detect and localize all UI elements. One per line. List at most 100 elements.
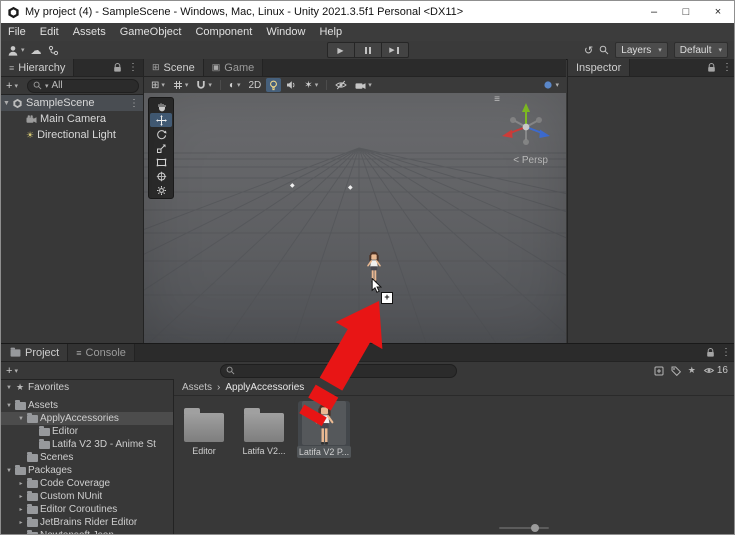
tab-console[interactable]: ≡ Console xyxy=(68,344,135,361)
expander-icon[interactable]: ▼ xyxy=(4,385,14,391)
version-control-button[interactable] xyxy=(48,45,59,56)
custom-tool-button[interactable] xyxy=(150,183,172,197)
shading-mode-button[interactable]: ◐ ▾ xyxy=(226,78,244,92)
tree-item-newtonsoft-json[interactable]: ▸ Newtonsoft Json xyxy=(1,529,173,534)
undo-history-button[interactable]: ↺ xyxy=(584,44,593,57)
panel-menu-icon[interactable]: ⋮ xyxy=(721,347,731,358)
favorite-icon[interactable]: ★ xyxy=(688,365,696,376)
scene-visibility-button[interactable] xyxy=(332,78,350,92)
gizmo-sprite-icon[interactable]: ◆ xyxy=(290,182,295,189)
history-icon: ↺ xyxy=(584,44,594,57)
pause-button[interactable] xyxy=(354,42,382,58)
lock-icon[interactable] xyxy=(706,347,715,358)
play-button[interactable]: ▶ xyxy=(326,42,355,58)
move-tool-button[interactable] xyxy=(150,113,172,127)
hand-tool-button[interactable] xyxy=(150,99,172,113)
maximize-button[interactable]: □ xyxy=(670,2,702,23)
tab-hierarchy[interactable]: ≡ Hierarchy xyxy=(1,59,75,76)
asset-item-editor-folder[interactable]: Editor xyxy=(178,401,230,458)
chevron-down-icon: ▾ xyxy=(161,82,165,89)
perspective-label[interactable]: < Persp xyxy=(513,155,548,166)
tab-project[interactable]: Project xyxy=(1,344,69,361)
item-menu-icon[interactable]: ⋮ xyxy=(129,98,143,109)
dragged-character-model[interactable] xyxy=(366,251,382,283)
menu-help[interactable]: Help xyxy=(312,26,349,38)
tree-item-assets[interactable]: ▼ Assets xyxy=(1,399,173,412)
slider-knob[interactable] xyxy=(531,524,539,532)
tree-item-editor-coroutines[interactable]: ▸ Editor Coroutines xyxy=(1,503,173,516)
layout-dropdown[interactable]: Default ▾ xyxy=(673,42,728,58)
scale-tool-button[interactable] xyxy=(150,141,172,155)
expander-icon[interactable]: ▼ xyxy=(1,100,12,107)
cloud-services-button[interactable]: ☁ xyxy=(31,44,42,57)
pause-icon xyxy=(364,46,367,54)
gizmo-sprite-icon[interactable]: ◆ xyxy=(348,184,353,191)
project-search-input[interactable] xyxy=(219,363,457,378)
tree-item-code-coverage[interactable]: ▸ Code Coverage xyxy=(1,477,173,490)
hierarchy-item-directional-light[interactable]: ☀ Directional Light xyxy=(1,127,143,143)
transform-tool-button[interactable] xyxy=(150,169,172,183)
lock-icon[interactable] xyxy=(707,62,716,73)
expander-icon[interactable]: ▼ xyxy=(4,403,14,409)
chevron-down-icon: ▾ xyxy=(14,367,18,375)
create-object-button[interactable]: + ▾ xyxy=(1,80,23,92)
snap-button[interactable]: ▾ xyxy=(193,78,215,92)
close-button[interactable]: × xyxy=(702,2,734,23)
tab-inspector[interactable]: Inspector xyxy=(568,59,631,76)
expander-icon[interactable]: ▼ xyxy=(16,416,26,422)
gizmos-button[interactable]: ▾ xyxy=(540,78,562,92)
tree-item-editor[interactable]: Editor xyxy=(1,425,173,438)
menu-assets[interactable]: Assets xyxy=(66,26,113,38)
menu-file[interactable]: File xyxy=(1,26,33,38)
scene-viewport[interactable]: ≡ < Persp ◆ ◆ xyxy=(144,93,566,343)
hierarchy-search-input[interactable]: ▾ All xyxy=(26,78,139,93)
hidden-packages-toggle[interactable]: 16 xyxy=(703,365,728,376)
scene-lighting-button[interactable] xyxy=(266,78,282,92)
tool-settings-button[interactable]: ⊞ ▾ xyxy=(148,78,168,92)
rotate-tool-button[interactable] xyxy=(150,127,172,141)
tab-scene[interactable]: ⊞ Scene xyxy=(144,59,204,76)
menu-window[interactable]: Window xyxy=(259,26,312,38)
hierarchy-item-main-camera[interactable]: Main Camera xyxy=(1,111,143,127)
expander-icon[interactable]: ▸ xyxy=(16,480,26,487)
menu-edit[interactable]: Edit xyxy=(33,26,66,38)
tree-item-jetbrains-rider[interactable]: ▸ JetBrains Rider Editor xyxy=(1,516,173,529)
tree-item-favorites[interactable]: ▼ ★ Favorites xyxy=(1,381,173,394)
create-asset-button[interactable]: + ▾ xyxy=(1,365,23,377)
scene-audio-button[interactable] xyxy=(283,78,299,92)
open-asset-icon[interactable] xyxy=(654,366,664,376)
orientation-gizmo[interactable] xyxy=(498,97,554,153)
toggle-2d-button[interactable]: 2D xyxy=(246,78,265,92)
tree-item-packages[interactable]: ▼ Packages xyxy=(1,464,173,477)
grid-visibility-button[interactable]: ▾ xyxy=(170,78,192,92)
thumbnail-zoom-slider[interactable] xyxy=(499,524,549,532)
rect-tool-button[interactable] xyxy=(150,155,172,169)
panel-menu-icon[interactable]: ⋮ xyxy=(128,62,138,73)
expander-icon[interactable]: ▸ xyxy=(16,493,26,500)
expander-icon[interactable]: ▸ xyxy=(16,519,26,526)
menu-component[interactable]: Component xyxy=(188,26,259,38)
hierarchy-item-samplescene[interactable]: ▼ SampleScene ⋮ xyxy=(1,95,143,111)
camera-settings-button[interactable]: ▾ xyxy=(352,78,375,92)
step-button[interactable]: ▶ xyxy=(381,42,409,58)
breadcrumb-current[interactable]: ApplyAccessories xyxy=(225,382,304,393)
panel-menu-icon[interactable]: ⋮ xyxy=(722,62,732,73)
tree-item-scenes[interactable]: Scenes xyxy=(1,451,173,464)
expander-icon[interactable]: ▸ xyxy=(16,506,26,513)
tree-item-custom-nunit[interactable]: ▸ Custom NUnit xyxy=(1,490,173,503)
layers-dropdown[interactable]: Layers ▾ xyxy=(615,42,668,58)
search-button[interactable] xyxy=(599,45,609,55)
expander-icon[interactable]: ▼ xyxy=(4,468,14,474)
label-icon[interactable] xyxy=(671,366,681,376)
asset-item-latifa-folder[interactable]: Latifa V2... xyxy=(238,401,290,458)
tab-game[interactable]: ▣ Game xyxy=(203,59,264,76)
tree-item-latifa[interactable]: Latifa V2 3D - Anime St xyxy=(1,438,173,451)
lock-icon[interactable] xyxy=(113,62,122,73)
breadcrumb-root[interactable]: Assets xyxy=(182,382,212,393)
tree-item-applyaccessories[interactable]: ▼ ApplyAccessories xyxy=(1,412,173,425)
minimize-button[interactable]: – xyxy=(638,2,670,23)
asset-item-latifa-prefab[interactable]: Latifa V2 P... xyxy=(296,401,352,458)
account-button[interactable]: ▾ xyxy=(7,45,25,56)
effects-button[interactable]: ✶ ▾ xyxy=(301,78,321,92)
menu-gameobject[interactable]: GameObject xyxy=(113,26,189,38)
